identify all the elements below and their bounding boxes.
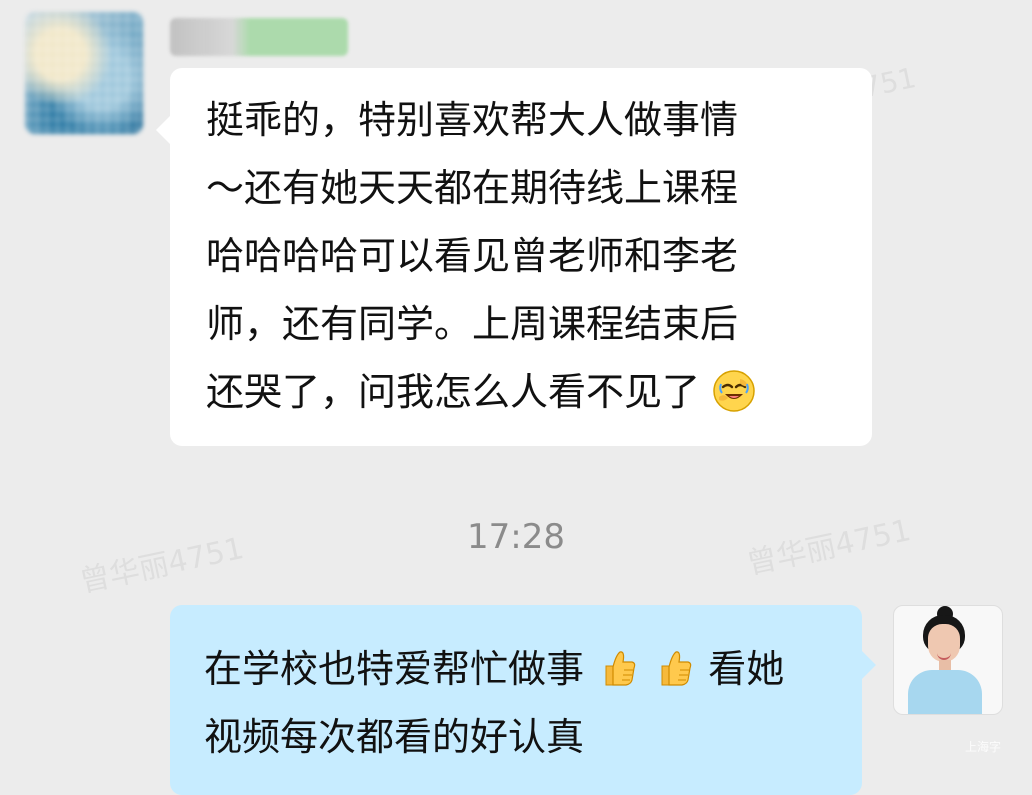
thumbs-up-icon: [605, 651, 636, 686]
sender-name-redacted: [170, 18, 348, 56]
thumbs-up-icon: [661, 651, 692, 686]
incoming-message-line-4: 师，还有同学。上周课程结束后: [206, 302, 739, 346]
message-timestamp: 17:28: [467, 517, 565, 557]
outgoing-message-bubble[interactable]: 在学校也特爱帮忙做事 看她 视频每次都看的好认真: [170, 605, 876, 795]
user-avatar[interactable]: [893, 605, 1003, 715]
outgoing-message-line-2: 视频每次都看的好认真: [204, 715, 585, 759]
incoming-message-bubble[interactable]: 挺乖的，特别喜欢帮大人做事情 ～还有她天天都在期待线上课程 哈哈哈哈可以看见曾老…: [156, 68, 872, 446]
outgoing-message-line-1-part-1: 在学校也特爱帮忙做事: [204, 647, 585, 691]
incoming-message-line-5: 还哭了，问我怎么人看不见了: [206, 358, 836, 426]
incoming-message-line-1: 挺乖的，特别喜欢帮大人做事情: [206, 98, 739, 142]
incoming-message-line-2: ～还有她天天都在期待线上课程: [206, 166, 739, 210]
outgoing-message-line-1-part-2: 看她: [708, 647, 785, 691]
watermark-4: 上海字: [965, 740, 1002, 754]
face-palm-laughing-icon: [713, 370, 755, 412]
avatar-shirt: [908, 670, 982, 714]
contact-avatar[interactable]: [25, 12, 143, 134]
incoming-message-line-3: 哈哈哈哈可以看见曾老师和李老: [206, 234, 739, 278]
outgoing-message-line-1: 在学校也特爱帮忙做事 看她: [204, 635, 828, 703]
incoming-message-line-5-text: 还哭了，问我怎么人看不见了: [206, 370, 701, 414]
